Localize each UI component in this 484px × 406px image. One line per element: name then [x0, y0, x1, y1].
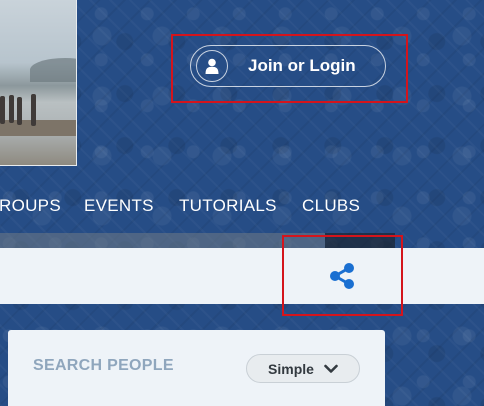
- nav-item-events[interactable]: EVENTS: [84, 196, 154, 216]
- search-mode-dropdown[interactable]: Simple: [246, 354, 360, 383]
- main-nav: ROUPS EVENTS TUTORIALS CLUBS: [0, 196, 484, 220]
- photo-person: [0, 96, 5, 124]
- photo-person: [9, 95, 14, 123]
- join-or-login-label: Join or Login: [248, 56, 356, 75]
- group-photo: [0, 0, 77, 166]
- share-icon: [330, 263, 354, 289]
- nav-item-tutorials[interactable]: TUTORIALS: [179, 196, 277, 216]
- search-mode-label: Simple: [268, 360, 314, 377]
- nav-item-groups[interactable]: ROUPS: [0, 196, 61, 216]
- toolbar: [0, 248, 484, 304]
- photo-person: [17, 97, 22, 125]
- chevron-down-icon: [324, 364, 338, 373]
- user-icon: [196, 50, 228, 82]
- photo-hill: [30, 58, 76, 82]
- search-people-title: SEARCH PEOPLE: [33, 357, 174, 374]
- nav-item-clubs[interactable]: CLUBS: [302, 196, 360, 216]
- nav-bar-shade: [0, 233, 325, 248]
- share-button[interactable]: [327, 261, 357, 291]
- join-or-login-button[interactable]: Join or Login: [190, 45, 386, 87]
- search-people-card: SEARCH PEOPLE Simple: [8, 330, 385, 406]
- photo-person: [31, 94, 36, 126]
